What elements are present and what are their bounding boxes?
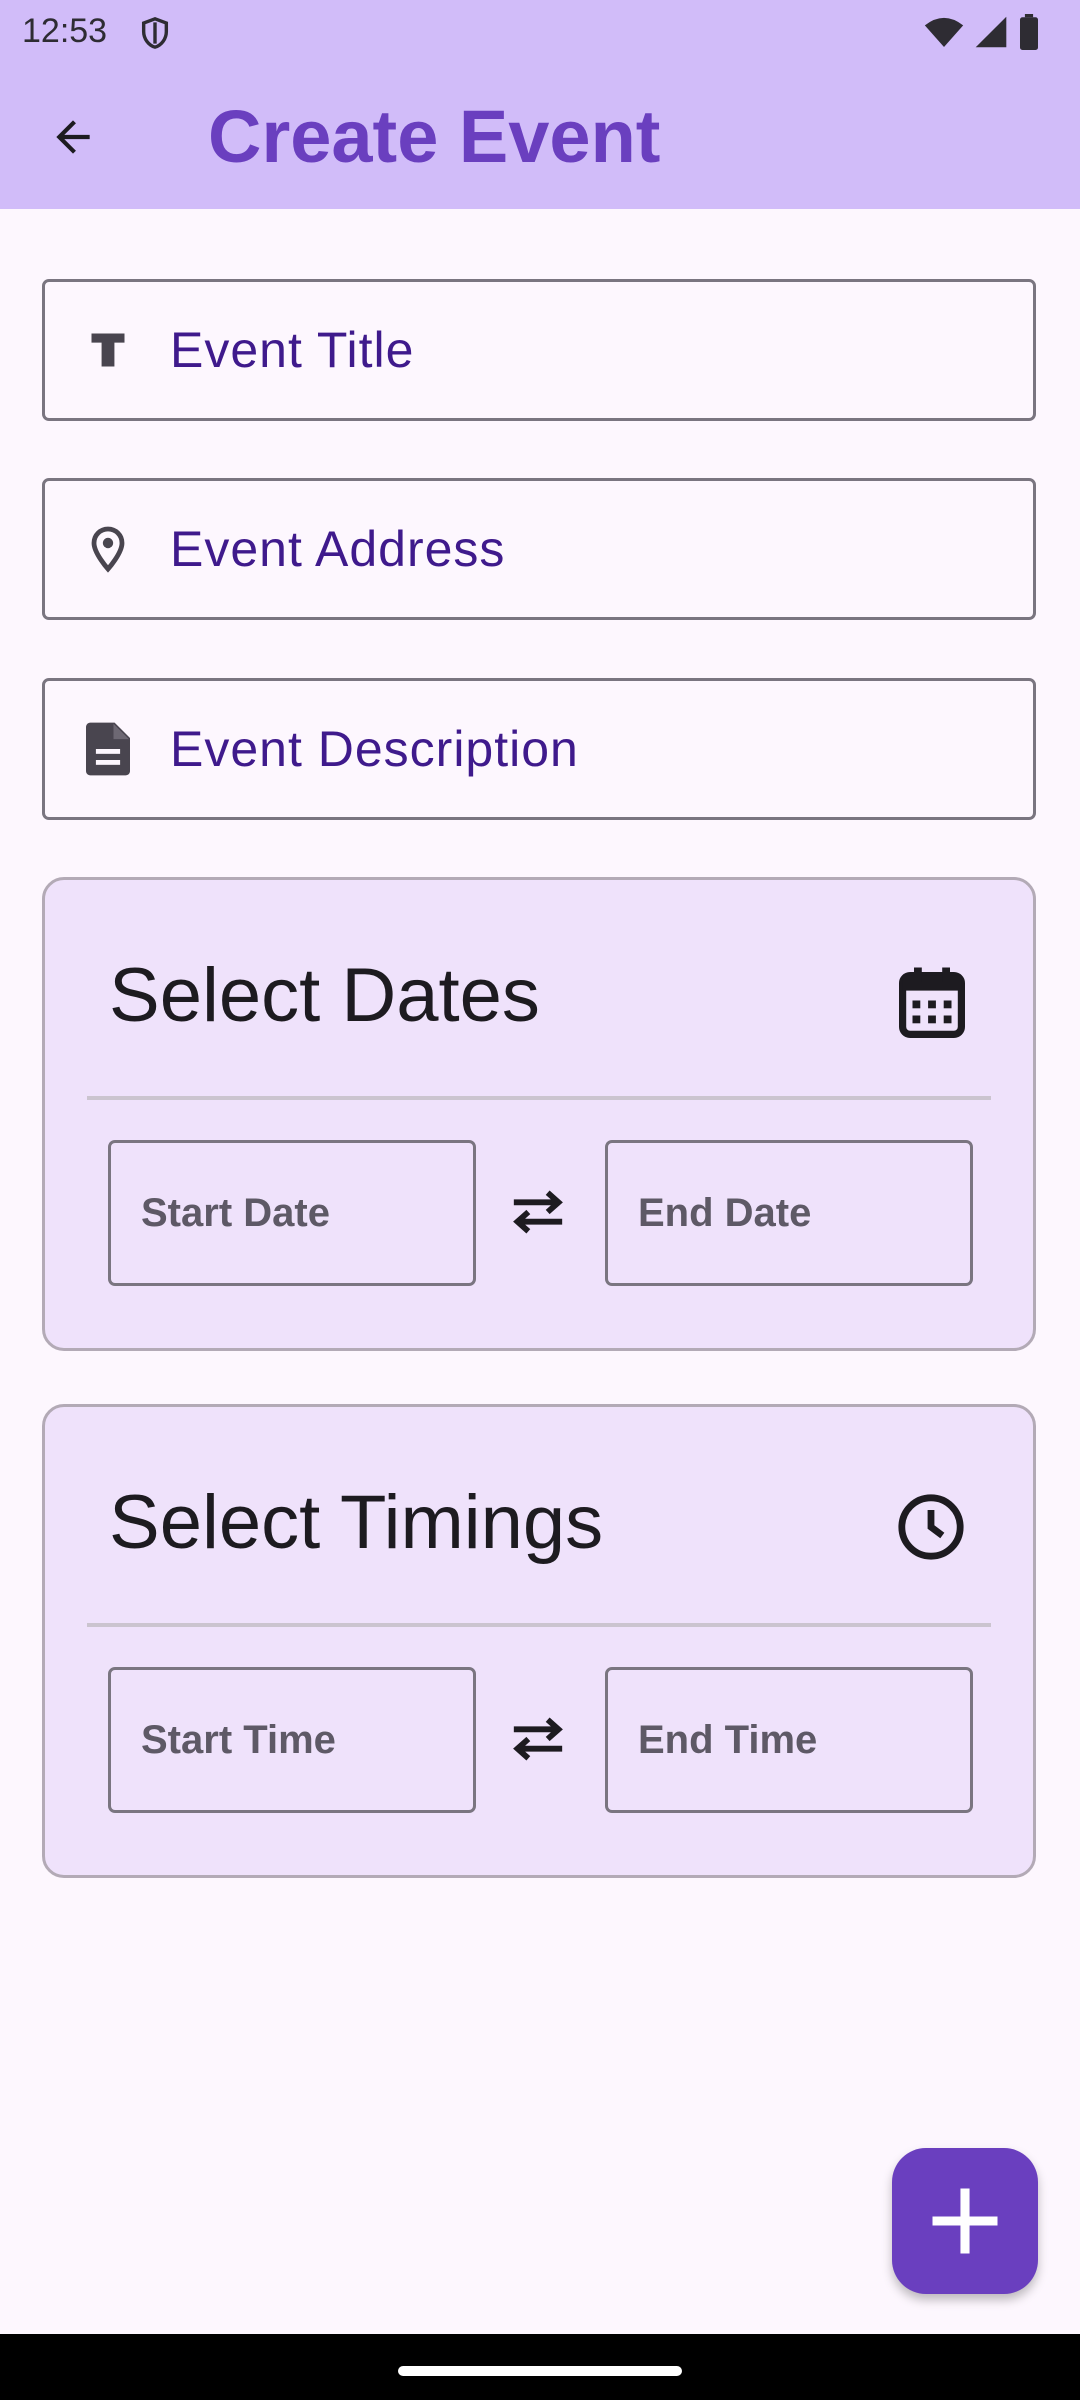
location-pin-icon [83,523,133,575]
end-date-field[interactable]: End Date [605,1140,973,1286]
end-time-placeholder: End Time [638,1717,818,1762]
start-time-field[interactable]: Start Time [108,1667,476,1813]
event-title-field[interactable]: Event Title [42,279,1036,421]
system-navigation-bar [0,2334,1080,2400]
wifi-icon [924,17,964,47]
app-bar: Create Event [0,64,1080,209]
select-dates-card: Select Dates Start Date End Date [42,877,1036,1351]
event-address-field[interactable]: Event Address [42,478,1036,620]
event-address-placeholder: Event Address [170,521,506,577]
select-timings-title: Select Timings [109,1480,604,1565]
card-divider [87,1096,991,1100]
arrow-back-icon [56,120,90,154]
status-time: 12:53 [22,12,108,50]
start-date-placeholder: Start Date [141,1190,330,1235]
calendar-icon[interactable] [899,966,965,1038]
cellular-signal-icon [975,16,1007,48]
back-button[interactable] [36,100,110,174]
event-title-placeholder: Event Title [170,322,415,378]
status-bar: 12:53 [0,0,1080,64]
shield-icon [141,17,169,49]
start-date-field[interactable]: Start Date [108,1140,476,1286]
battery-icon [1020,14,1038,50]
add-icon [932,2188,998,2254]
swap-horizontal-icon [513,1717,563,1761]
clock-icon[interactable] [897,1493,965,1561]
start-time-placeholder: Start Time [141,1717,336,1762]
event-description-placeholder: Event Description [170,721,579,777]
event-description-field[interactable]: Event Description [42,678,1036,820]
home-gesture-handle[interactable] [398,2366,682,2376]
document-icon [83,722,133,776]
title-icon [83,324,133,376]
end-time-field[interactable]: End Time [605,1667,973,1813]
card-divider [87,1623,991,1627]
page-title: Create Event [208,95,661,178]
create-event-fab[interactable] [892,2148,1038,2294]
status-indicators [924,14,1040,50]
swap-horizontal-icon [513,1190,563,1234]
select-dates-title: Select Dates [109,953,540,1038]
end-date-placeholder: End Date [638,1190,812,1235]
select-timings-card: Select Timings Start Time End Time [42,1404,1036,1878]
